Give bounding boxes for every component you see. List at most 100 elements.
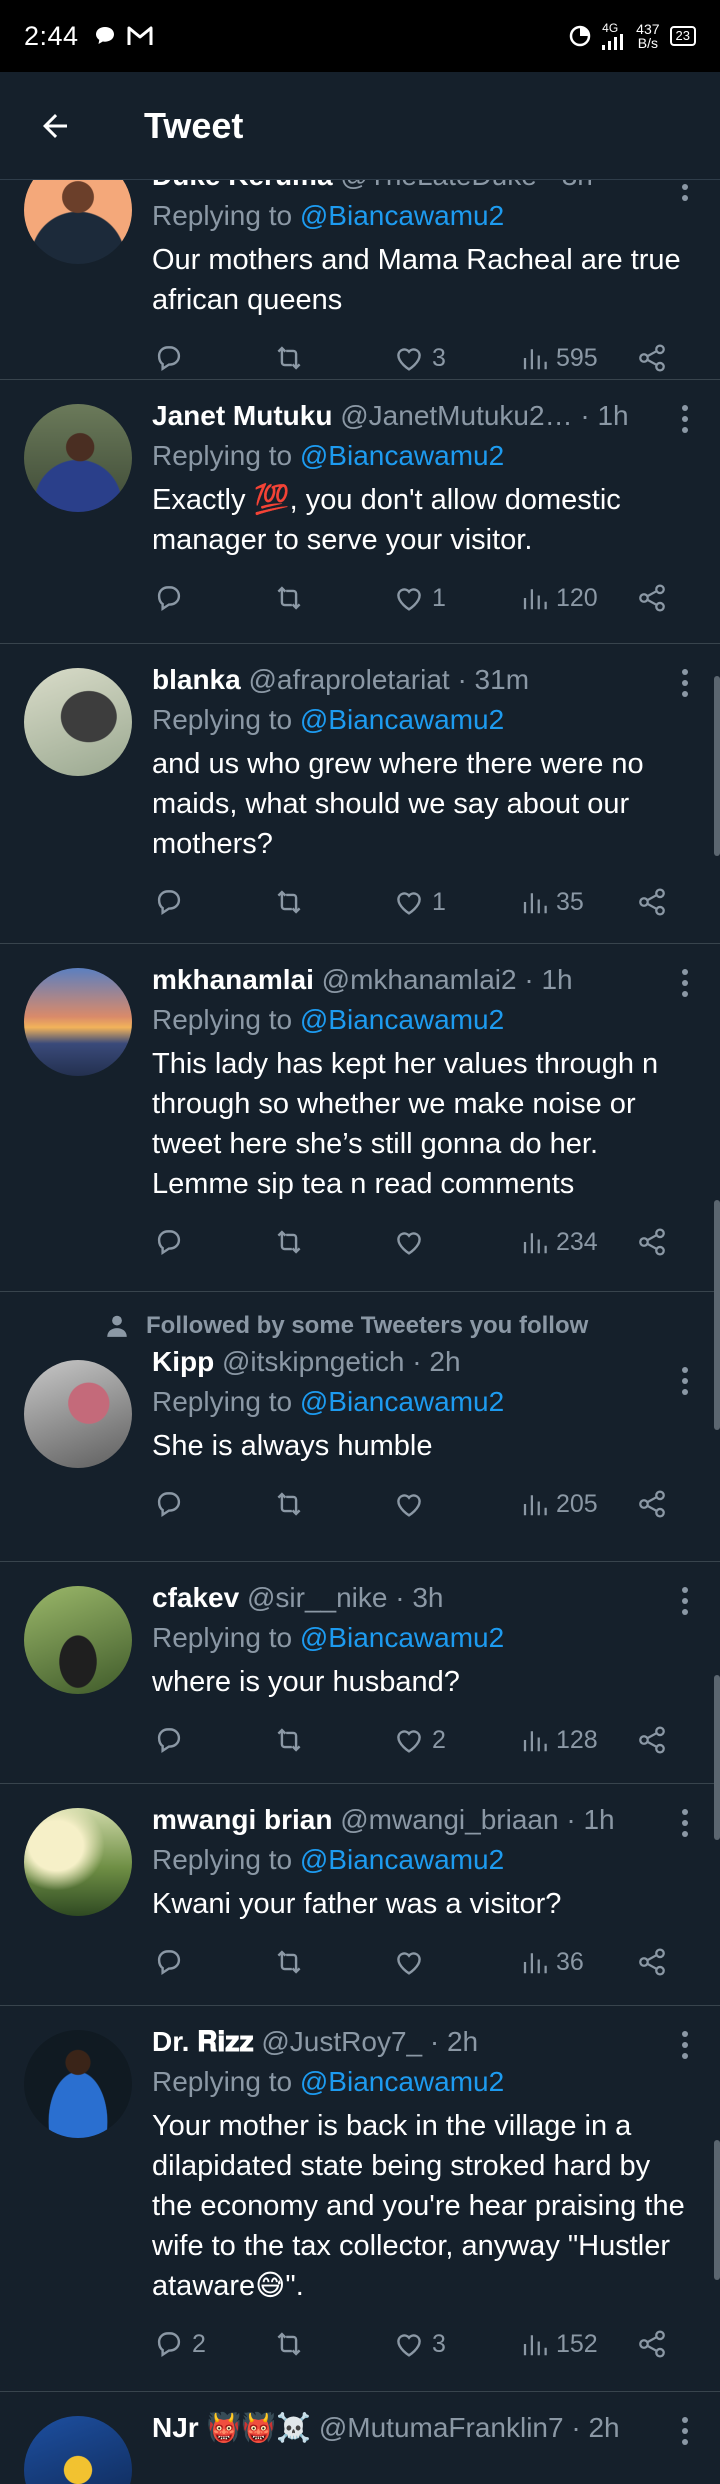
share-button[interactable] bbox=[636, 2328, 668, 2360]
tweet[interactable]: NJr 👹👹☠️ @MutumaFranklin7 · 2h bbox=[0, 2392, 720, 2484]
display-name[interactable]: NJr 👹👹☠️ bbox=[152, 2412, 311, 2443]
avatar[interactable] bbox=[24, 2416, 132, 2484]
like-button[interactable] bbox=[392, 1225, 432, 1259]
handle[interactable]: @sir__nike bbox=[247, 1582, 387, 1613]
views-button[interactable]: 128 bbox=[520, 1725, 598, 1755]
like-button[interactable]: 3 bbox=[392, 2327, 446, 2361]
retweet-button[interactable] bbox=[272, 1487, 306, 1521]
avatar[interactable] bbox=[24, 1808, 132, 1916]
avatar[interactable] bbox=[24, 968, 132, 1076]
more-options-icon[interactable] bbox=[680, 668, 690, 698]
display-name[interactable]: Janet Mutuku bbox=[152, 400, 332, 431]
retweet-button[interactable] bbox=[272, 1225, 306, 1259]
handle[interactable]: @JanetMutuku2… bbox=[340, 400, 572, 431]
like-button[interactable] bbox=[392, 1945, 432, 1979]
handle[interactable]: @afraproletariat bbox=[248, 664, 449, 695]
mention-link[interactable]: @Biancawamu2 bbox=[300, 440, 504, 471]
tweet[interactable]: Janet Mutuku @JanetMutuku2… · 1h Replyin… bbox=[0, 380, 720, 644]
tweet-actions: 1 35 bbox=[152, 872, 696, 932]
mention-link[interactable]: @Biancawamu2 bbox=[300, 1386, 504, 1417]
mention-link[interactable]: @Biancawamu2 bbox=[300, 1004, 504, 1035]
retweet-button[interactable] bbox=[272, 1723, 306, 1757]
reply-button[interactable] bbox=[152, 1225, 192, 1259]
handle[interactable]: @mwangi_briaan bbox=[340, 1804, 558, 1835]
handle[interactable]: @JustRoy7_ bbox=[261, 2026, 422, 2057]
retweet-button[interactable] bbox=[272, 885, 306, 919]
share-button[interactable] bbox=[636, 1226, 668, 1258]
scrollbar[interactable] bbox=[714, 676, 720, 856]
tweet-header: NJr 👹👹☠️ @MutumaFranklin7 · 2h bbox=[152, 2408, 696, 2448]
display-name[interactable]: cfakev bbox=[152, 1582, 239, 1613]
more-options-icon[interactable] bbox=[680, 1808, 690, 1838]
reply-button[interactable] bbox=[152, 581, 192, 615]
share-button[interactable] bbox=[636, 342, 668, 374]
views-button[interactable]: 152 bbox=[520, 2329, 598, 2359]
heart-icon bbox=[397, 892, 421, 915]
share-button[interactable] bbox=[636, 1724, 668, 1756]
tweet[interactable]: Dr. 𝐑𝐢𝐳𝐳 @JustRoy7_ · 2h Replying to @Bi… bbox=[0, 2006, 720, 2392]
mention-link[interactable]: @Biancawamu2 bbox=[300, 2066, 504, 2097]
like-button[interactable]: 1 bbox=[392, 581, 446, 615]
tweet[interactable]: cfakev @sir__nike · 3h Replying to @Bian… bbox=[0, 1562, 720, 1784]
avatar[interactable] bbox=[24, 1586, 132, 1694]
like-button[interactable]: 3 bbox=[392, 341, 446, 375]
handle[interactable]: @MutumaFranklin7 bbox=[319, 2412, 564, 2443]
retweet-button[interactable] bbox=[272, 1945, 306, 1979]
share-icon bbox=[639, 1228, 665, 1256]
handle[interactable]: @mkhanamlai2 bbox=[322, 964, 517, 995]
retweet-button[interactable] bbox=[272, 341, 306, 375]
handle[interactable]: @itskipngetich bbox=[222, 1346, 405, 1377]
display-name[interactable]: mkhanamlai bbox=[152, 964, 314, 995]
display-name[interactable]: mwangi brian bbox=[152, 1804, 332, 1835]
tweet[interactable]: mkhanamlai @mkhanamlai2 · 1h Replying to… bbox=[0, 944, 720, 1292]
display-name[interactable]: Dr. 𝐑𝐢𝐳𝐳 bbox=[152, 2026, 254, 2057]
views-button[interactable]: 595 bbox=[520, 343, 598, 373]
mention-link[interactable]: @Biancawamu2 bbox=[300, 1622, 504, 1653]
share-button[interactable] bbox=[636, 582, 668, 614]
like-button[interactable]: 1 bbox=[392, 885, 446, 919]
share-button[interactable] bbox=[636, 1488, 668, 1520]
tweet[interactable]: mwangi brian @mwangi_briaan · 1h Replyin… bbox=[0, 1784, 720, 2006]
views-button[interactable]: 36 bbox=[520, 1947, 584, 1977]
reply-button[interactable] bbox=[152, 1487, 192, 1521]
avatar[interactable] bbox=[24, 1360, 132, 1468]
like-button[interactable]: 2 bbox=[392, 1723, 446, 1757]
reply-button[interactable] bbox=[152, 341, 192, 375]
display-name[interactable]: Kipp bbox=[152, 1346, 214, 1377]
more-options-icon[interactable] bbox=[680, 2030, 690, 2060]
more-options-icon[interactable] bbox=[680, 968, 690, 998]
views-button[interactable]: 205 bbox=[520, 1489, 598, 1519]
scrollbar[interactable] bbox=[714, 1675, 720, 1840]
views-button[interactable]: 234 bbox=[520, 1227, 598, 1257]
avatar[interactable] bbox=[24, 404, 132, 512]
scrollbar[interactable] bbox=[714, 1200, 720, 1430]
share-button[interactable] bbox=[636, 1946, 668, 1978]
mention-link[interactable]: @Biancawamu2 bbox=[300, 704, 504, 735]
avatar[interactable] bbox=[24, 668, 132, 776]
like-button[interactable] bbox=[392, 1487, 432, 1521]
tweet[interactable]: Followed by some Tweeters you follow Kip… bbox=[0, 1292, 720, 1562]
mention-link[interactable]: @Biancawamu2 bbox=[300, 200, 504, 231]
tweet[interactable]: Duke Keruma @TheLateDuke · 3h Replying t… bbox=[0, 156, 720, 380]
reply-button[interactable] bbox=[152, 1723, 192, 1757]
display-name[interactable]: blanka bbox=[152, 664, 241, 695]
mention-link[interactable]: @Biancawamu2 bbox=[300, 1844, 504, 1875]
more-options-icon[interactable] bbox=[680, 2416, 690, 2446]
avatar[interactable] bbox=[24, 2030, 132, 2138]
more-options-icon[interactable] bbox=[680, 1366, 690, 1396]
share-button[interactable] bbox=[636, 886, 668, 918]
scrollbar[interactable] bbox=[714, 2140, 720, 2280]
views-button[interactable]: 35 bbox=[520, 887, 584, 917]
reply-icon bbox=[157, 1728, 181, 1754]
replies-feed[interactable]: Duke Keruma @TheLateDuke · 3h Replying t… bbox=[0, 156, 720, 2484]
retweet-button[interactable] bbox=[272, 581, 306, 615]
retweet-button[interactable] bbox=[272, 2327, 306, 2361]
reply-button[interactable] bbox=[152, 885, 192, 919]
more-options-icon[interactable] bbox=[680, 1586, 690, 1616]
back-button[interactable] bbox=[0, 72, 110, 180]
reply-button[interactable]: 2 bbox=[152, 2327, 206, 2361]
views-button[interactable]: 120 bbox=[520, 583, 598, 613]
more-options-icon[interactable] bbox=[680, 404, 690, 434]
reply-button[interactable] bbox=[152, 1945, 192, 1979]
tweet[interactable]: blanka @afraproletariat · 31m Replying t… bbox=[0, 644, 720, 944]
